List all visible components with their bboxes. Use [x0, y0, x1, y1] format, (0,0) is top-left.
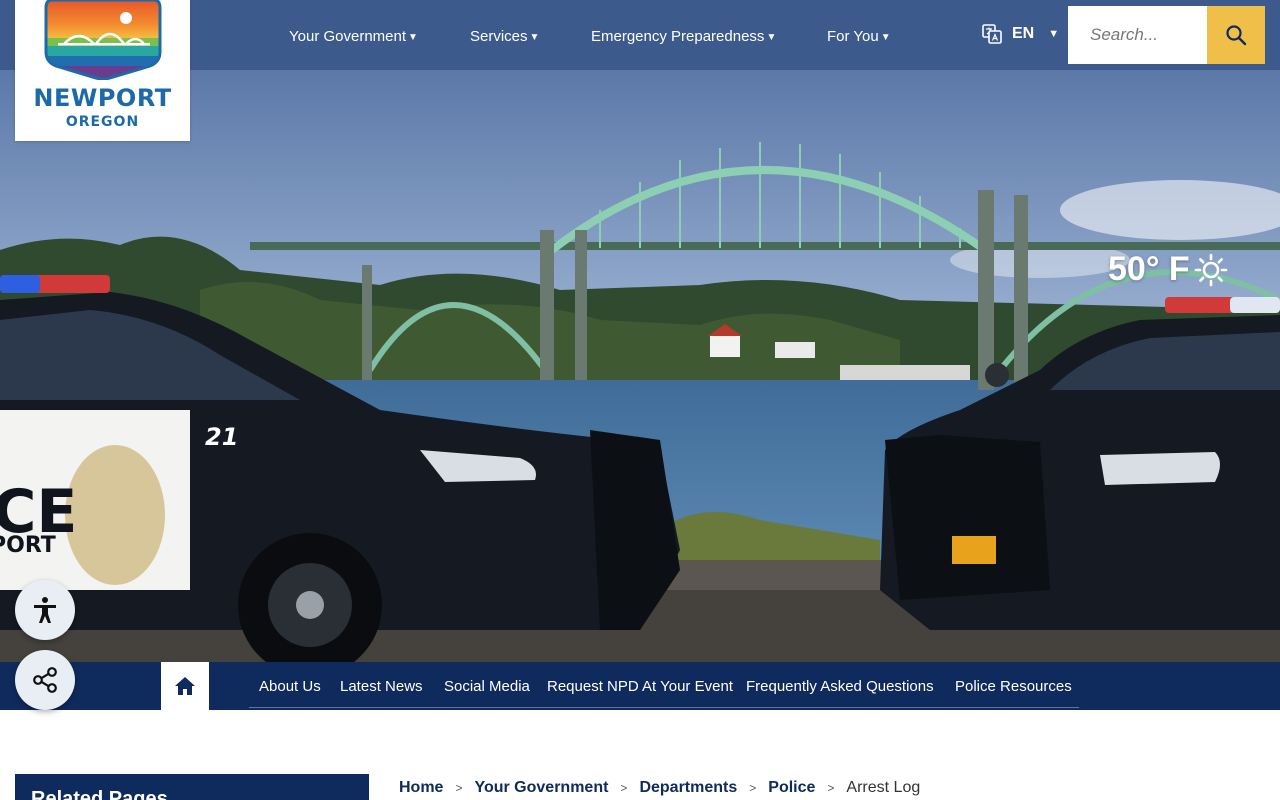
caret-down-icon: ▼	[1048, 28, 1060, 40]
search-button[interactable]	[1207, 6, 1265, 64]
share-icon	[33, 667, 57, 693]
subnav-social-media[interactable]: Social Media	[444, 678, 530, 695]
top-header: Your Government ▼ Services ▼ Emergency Pre…	[0, 0, 1280, 70]
language-selector[interactable]: EN ▼	[982, 24, 1059, 44]
caret-down-icon: ▼	[529, 31, 540, 43]
breadcrumb-separator-icon: >	[455, 781, 463, 795]
share-button[interactable]	[15, 650, 75, 710]
breadcrumb-departments[interactable]: Departments	[639, 779, 737, 797]
caret-down-icon: ▼	[766, 31, 777, 43]
language-label: EN	[1012, 25, 1035, 42]
caret-down-icon: ▼	[408, 31, 418, 43]
breadcrumb-separator-icon: >	[827, 781, 835, 795]
newport-logo-badge-icon	[44, 0, 162, 80]
home-button[interactable]	[161, 662, 209, 710]
subnav-police-resources[interactable]: Police Resources	[955, 678, 1072, 695]
breadcrumb-separator-icon: >	[749, 781, 757, 795]
department-nav: About Us Latest News Social Media Reques…	[0, 662, 1280, 710]
logo-name: NEWPORT	[33, 84, 172, 112]
search-icon	[1226, 25, 1247, 46]
subnav-about-us[interactable]: About Us	[259, 678, 321, 695]
sun-icon	[1194, 253, 1227, 286]
translate-icon	[982, 24, 1002, 44]
svg-text:21: 21	[205, 423, 238, 451]
hero-illustration: 21 ICE PORT	[0, 70, 1280, 662]
svg-text:PORT: PORT	[0, 533, 56, 558]
nav-your-government[interactable]: Your Government ▼	[289, 28, 418, 45]
site-logo[interactable]: NEWPORT OREGON	[15, 0, 190, 141]
related-pages-title: Related Pages	[31, 788, 168, 800]
nav-for-you[interactable]: For You ▼	[827, 28, 891, 45]
accessibility-icon	[34, 597, 56, 623]
subnav-latest-news[interactable]: Latest News	[340, 678, 423, 695]
accessibility-button[interactable]	[15, 580, 75, 640]
search-input[interactable]	[1068, 6, 1208, 64]
nav-services[interactable]: Services ▼	[470, 28, 539, 45]
weather-temperature: 50° F	[1108, 250, 1190, 288]
breadcrumb-police[interactable]: Police	[768, 779, 815, 797]
nav-divider	[249, 707, 1079, 708]
subnav-request-npd[interactable]: Request NPD At Your Event	[547, 678, 733, 695]
breadcrumb-current: Arrest Log	[846, 779, 921, 796]
weather-widget: 50° F	[1108, 250, 1228, 289]
breadcrumb-home[interactable]: Home	[399, 779, 443, 797]
home-icon	[175, 677, 195, 695]
hero-image: 21 ICE PORT 50° F	[0, 70, 1280, 662]
related-pages-panel: Related Pages	[15, 774, 369, 800]
breadcrumb: Home > Your Government > Departments > P…	[399, 779, 920, 797]
caret-down-icon: ▼	[880, 31, 891, 43]
subnav-faq[interactable]: Frequently Asked Questions	[746, 678, 934, 695]
logo-subtitle: OREGON	[65, 114, 140, 130]
breadcrumb-separator-icon: >	[620, 781, 628, 795]
nav-emergency-preparedness[interactable]: Emergency Preparedness ▼	[591, 28, 776, 45]
breadcrumb-your-government[interactable]: Your Government	[474, 779, 608, 797]
